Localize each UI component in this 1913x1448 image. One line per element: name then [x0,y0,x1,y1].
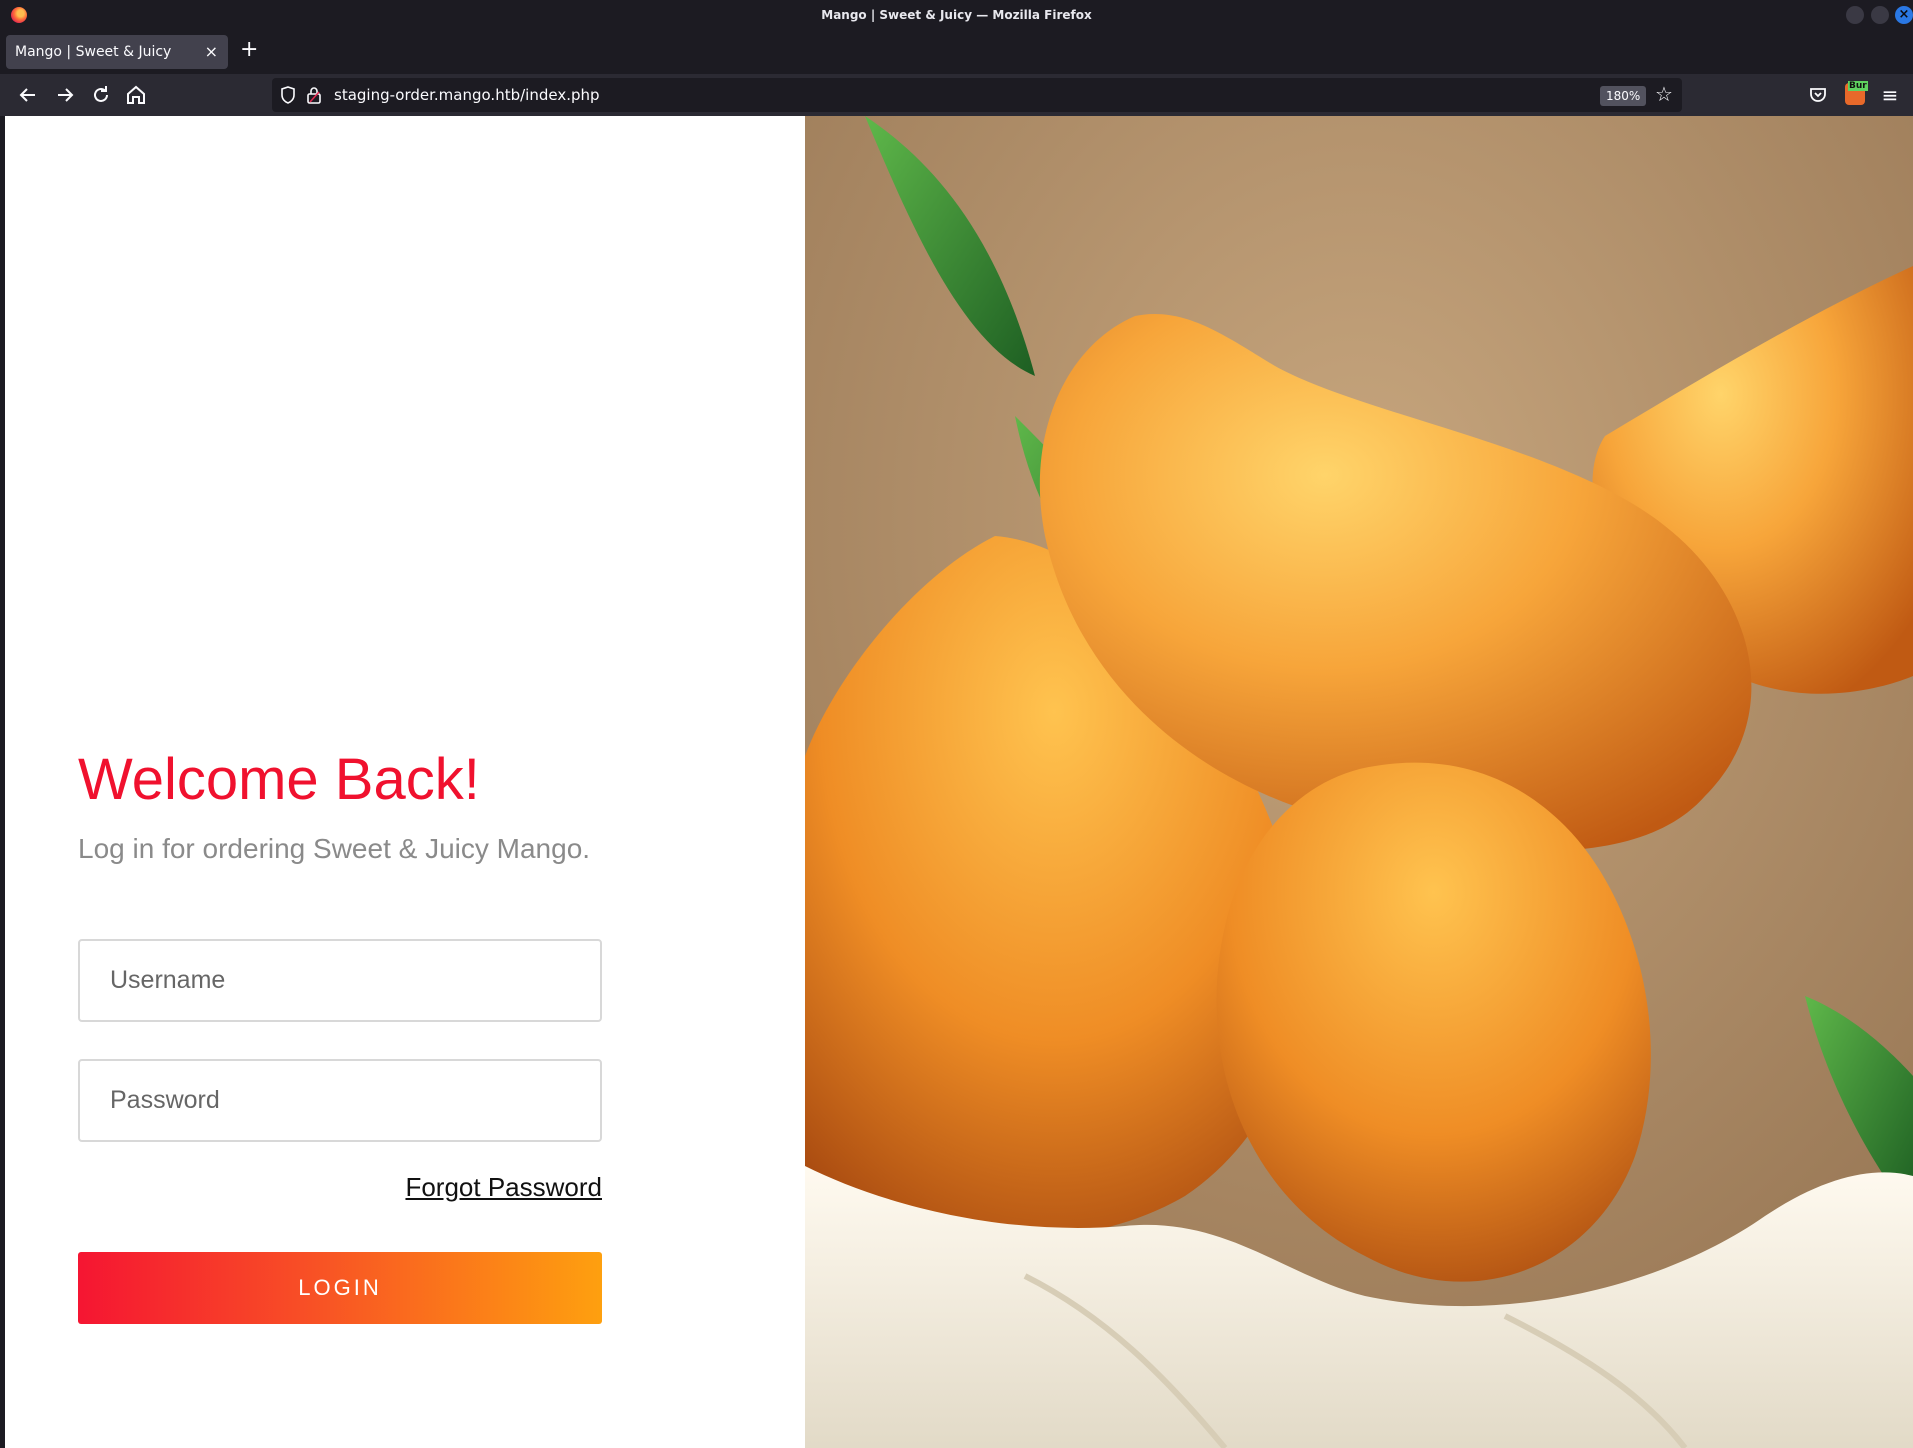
pocket-icon[interactable] [1806,83,1830,107]
username-input[interactable] [78,939,602,1022]
minimize-button[interactable] [1846,6,1864,24]
shield-icon[interactable] [280,86,296,104]
burp-extension-icon[interactable]: Bur [1842,81,1868,107]
back-arrow-icon[interactable] [16,83,40,107]
url-bar[interactable]: staging-order.mango.htb/index.php 180% ☆ [272,78,1682,112]
new-tab-button[interactable]: + [240,39,258,61]
star-icon[interactable]: ☆ [1655,82,1673,106]
burp-label: Bur [1848,81,1868,91]
tab-title: Mango | Sweet & Juicy [15,44,172,60]
forgot-password-link[interactable]: Forgot Password [402,1172,602,1203]
login-panel: Welcome Back! Log in for ordering Sweet … [5,116,805,1448]
reload-icon[interactable] [89,83,113,107]
zoom-level-badge[interactable]: 180% [1600,86,1647,106]
maximize-button[interactable] [1871,6,1889,24]
page-viewport: Welcome Back! Log in for ordering Sweet … [5,116,1913,1448]
login-subtitle: Log in for ordering Sweet & Juicy Mango. [78,833,591,864]
lock-icon[interactable] [307,86,321,104]
mango-illustration [805,116,1913,1448]
tab-close-icon[interactable]: × [205,42,218,61]
welcome-heading: Welcome Back! [78,747,480,812]
url-text[interactable]: staging-order.mango.htb/index.php [334,86,600,104]
home-icon[interactable] [124,83,148,107]
password-input[interactable] [78,1059,602,1142]
tab-active[interactable]: Mango | Sweet & Juicy × [6,35,228,69]
close-window-button[interactable]: × [1895,6,1913,24]
login-button[interactable]: LOGIN [78,1252,602,1324]
window-titlebar: Mango | Sweet & Juicy — Mozilla Firefox … [0,0,1913,30]
forward-arrow-icon[interactable] [53,83,77,107]
mango-hero-image [805,116,1913,1448]
hamburger-menu-icon[interactable]: ≡ [1878,83,1902,107]
window-title: Mango | Sweet & Juicy — Mozilla Firefox [821,8,1092,22]
navigation-toolbar: staging-order.mango.htb/index.php 180% ☆… [0,74,1913,116]
tab-strip: Mango | Sweet & Juicy × + [0,30,1913,74]
